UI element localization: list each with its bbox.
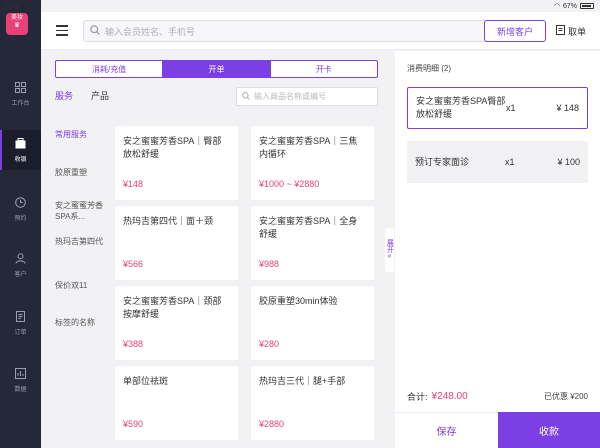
receipt-icon — [556, 25, 565, 37]
product-search-input[interactable]: 输入商品名称或编号 — [236, 87, 378, 106]
expand-label: 展开 — [386, 239, 394, 254]
cart-item-name: 安之蜜蜜芳香SPA臀部放松舒缓 — [416, 96, 506, 119]
tab-billing[interactable]: 开单 — [162, 61, 270, 77]
tab-open-card[interactable]: 开卡 — [269, 61, 377, 77]
status-bar: Nov ◠ 67% — [0, 0, 600, 12]
take-order-label: 取单 — [568, 26, 587, 37]
nav-customer[interactable]: 客户 — [0, 245, 41, 285]
product-card[interactable]: 热玛吉第四代｜面＋颈 ¥566 — [115, 206, 238, 280]
status-right: ◠ 67% — [554, 2, 594, 10]
take-order-button[interactable]: 取单 — [556, 20, 596, 42]
cart-item-price: ¥ 148 — [556, 103, 579, 113]
tab-consume-recharge[interactable]: 消耗/充值 — [56, 61, 162, 77]
cart-item-name: 预订专家面诊 — [415, 156, 470, 167]
category-item[interactable]: 常用服务 — [55, 130, 109, 141]
cart-item-qty: x1 — [505, 157, 515, 167]
product-name: 胶原重塑30min体验 — [259, 296, 338, 306]
nav-data-label: 数据 — [14, 386, 27, 393]
category-item[interactable]: 安之蜜蜜芳香SPA系... — [55, 201, 103, 223]
clock-icon — [15, 197, 27, 209]
nav-order[interactable]: 订单 — [0, 303, 41, 343]
product-card[interactable]: 安之蜜蜜芳香SPA｜臀部放松舒缓 ¥148 — [115, 126, 238, 200]
product-card[interactable]: 热玛吉三代｜腿+手部 ¥2880 — [251, 366, 374, 440]
chevron-left-icon: « — [387, 253, 392, 261]
tab-service[interactable]: 服务 — [55, 89, 73, 102]
nav-cashier[interactable]: 收银 — [0, 130, 41, 170]
nav-dashboard-label: 工作台 — [11, 100, 30, 107]
total-label: 合计: — [407, 392, 428, 402]
nav-data[interactable]: 数据 — [0, 360, 41, 400]
battery-percent: 67% — [562, 2, 577, 10]
order-icon — [15, 311, 27, 323]
cashier-icon — [15, 138, 27, 150]
category-item[interactable]: 热玛吉第四代 — [55, 237, 109, 248]
checkout-button[interactable]: 收款 — [498, 412, 600, 448]
dashboard-icon — [15, 82, 27, 94]
user-icon — [15, 253, 27, 265]
nav-appointment[interactable]: 预约 — [0, 189, 41, 229]
member-search-input[interactable]: 输入会员姓名、手机号 — [83, 20, 515, 42]
type-tabs: 服务 产品 — [55, 89, 109, 102]
search-icon — [90, 25, 100, 37]
status-time: Nov — [6, 2, 19, 10]
cart-item-qty: x1 — [506, 103, 516, 113]
nav-order-label: 订单 — [14, 329, 27, 336]
product-price: ¥988 — [259, 259, 280, 269]
cart-line-item[interactable]: 安之蜜蜜芳香SPA臀部放松舒缓 x1 ¥ 148 — [407, 87, 588, 129]
category-item[interactable]: 胶原重塑 — [55, 168, 109, 179]
product-price: ¥590 — [123, 419, 144, 429]
product-card[interactable]: 安之蜜蜜芳香SPA｜三焦内循环 ¥1000 ~ ¥2880 — [251, 126, 374, 200]
logo-text: 美妆 — [10, 15, 23, 21]
chart-icon — [15, 368, 27, 380]
product-name: 热玛吉第四代｜面＋颈 — [123, 216, 214, 226]
discount-text: 已优惠 ¥200 — [543, 392, 588, 401]
top-bar: 输入会员姓名、手机号 新增客户 取单 — [41, 12, 600, 50]
cart-line-item[interactable]: 预订专家面诊 x1 ¥ 100 — [407, 141, 588, 183]
crown-icon: ♛ — [13, 21, 21, 29]
tab-product[interactable]: 产品 — [91, 89, 109, 102]
cart-title: 消费明细 (2) — [407, 64, 451, 73]
mode-segment: 消耗/充值 开单 开卡 — [55, 60, 378, 78]
expand-panel-handle[interactable]: 展开 « — [385, 228, 394, 272]
product-card[interactable]: 单部位祛斑 ¥590 — [115, 366, 238, 440]
product-name: 热玛吉三代｜腿+手部 — [259, 376, 346, 386]
search-icon — [242, 91, 250, 102]
product-card[interactable]: 安之蜜蜜芳香SPA｜颈部按摩舒缓 ¥388 — [115, 286, 238, 360]
sidebar: 美妆 ♛ 工作台 收银 预约 客户 订单 数据 — [0, 0, 41, 448]
product-price: ¥388 — [123, 339, 144, 349]
total-value: ¥248.00 — [431, 391, 468, 402]
product-name: 安之蜜蜜芳香SPA｜全身舒缓 — [259, 216, 358, 239]
menu-icon[interactable] — [56, 25, 68, 36]
product-price: ¥1000 ~ ¥2880 — [259, 179, 320, 189]
category-item[interactable]: 标签的名称 — [55, 318, 109, 329]
product-name: 单部位祛斑 — [123, 376, 169, 386]
new-customer-button[interactable]: 新增客户 — [484, 20, 546, 42]
wifi-icon: ◠ — [553, 3, 560, 10]
product-price: ¥148 — [123, 179, 144, 189]
cart-panel: 消费明细 (2) 安之蜜蜜芳香SPA臀部放松舒缓 x1 ¥ 148 预订专家面诊… — [395, 51, 600, 448]
member-search-placeholder: 输入会员姓名、手机号 — [105, 26, 196, 37]
product-name: 安之蜜蜜芳香SPA｜臀部放松舒缓 — [123, 136, 222, 159]
product-search-placeholder: 输入商品名称或编号 — [254, 92, 326, 101]
cart-total-row: 合计: ¥248.00 已优惠 ¥200 — [407, 390, 588, 403]
product-card[interactable]: 安之蜜蜜芳香SPA｜全身舒缓 ¥988 — [251, 206, 374, 280]
nav-dashboard[interactable]: 工作台 — [0, 74, 41, 114]
product-price: ¥2880 — [259, 419, 285, 429]
save-button[interactable]: 保存 — [395, 412, 498, 448]
product-price: ¥280 — [259, 339, 280, 349]
brand-logo[interactable]: 美妆 ♛ — [6, 13, 28, 35]
product-name: 安之蜜蜜芳香SPA｜三焦内循环 — [259, 136, 358, 159]
cart-item-price: ¥ 100 — [557, 157, 580, 167]
category-item[interactable]: 保价双11 — [55, 281, 109, 292]
battery-icon — [580, 3, 594, 9]
nav-customer-label: 客户 — [14, 271, 27, 278]
product-card[interactable]: 胶原重塑30min体验 ¥280 — [251, 286, 374, 360]
nav-appointment-label: 预约 — [14, 215, 27, 222]
product-name: 安之蜜蜜芳香SPA｜颈部按摩舒缓 — [123, 296, 222, 319]
nav-cashier-label: 收银 — [14, 156, 27, 163]
product-price: ¥566 — [123, 259, 144, 269]
